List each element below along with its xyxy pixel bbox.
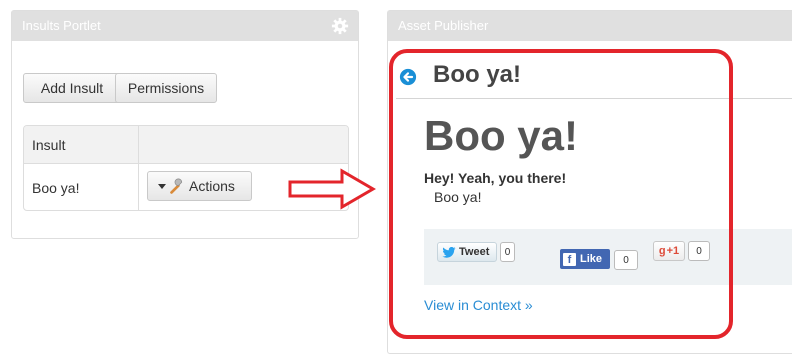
portlet-title: Asset Publisher [398,18,489,33]
asset-publisher-portlet: Asset Publisher Boo ya! Boo ya! Hey! Yea… [387,10,792,354]
table-header: Insult [24,126,348,164]
tweet-button[interactable]: Tweet [437,242,497,262]
google-plus-icon: g [658,245,666,257]
tweet-label: Tweet [459,246,490,258]
back-arrow-icon[interactable] [399,68,417,86]
insult-cell: Boo ya! [24,164,139,210]
permissions-button[interactable]: Permissions [115,73,217,103]
twitter-bird-icon [442,246,456,258]
screen: Insults Portlet Add Insult Permissions I… [0,0,792,361]
column-header-insult: Insult [24,126,139,163]
portlet-title: Insults Portlet [22,18,101,33]
divider [396,98,792,99]
tweet-count: 0 [500,242,515,262]
like-label: Like [580,253,603,265]
asset-header-title: Boo ya! [433,61,522,88]
facebook-icon: f [563,252,576,266]
portlet-title-bar: Insults Portlet [12,11,358,41]
right-arrow-icon [288,168,376,210]
caret-down-icon [158,183,166,189]
column-header-actions [139,126,348,163]
google-plus-button[interactable]: g +1 [653,241,685,261]
google-plus-label: +1 [666,245,680,257]
wrench-icon [170,178,183,194]
gear-icon[interactable] [331,17,349,35]
add-insult-button[interactable]: Add Insult [23,73,121,103]
actions-button[interactable]: Actions [147,171,252,201]
view-in-context-link[interactable]: View in Context » [424,297,533,313]
google-plus-count: 0 [688,241,710,261]
portlet-title-bar: Asset Publisher [388,11,792,41]
article-title: Boo ya! [424,112,579,159]
article-summary: Hey! Yeah, you there! [424,170,567,186]
article-body: Boo ya! [434,189,482,205]
like-count: 0 [614,250,638,270]
actions-label: Actions [189,178,235,194]
social-bar: Tweet 0 f Like 0 g +1 0 [424,229,792,285]
facebook-like-button[interactable]: f Like [560,249,610,269]
